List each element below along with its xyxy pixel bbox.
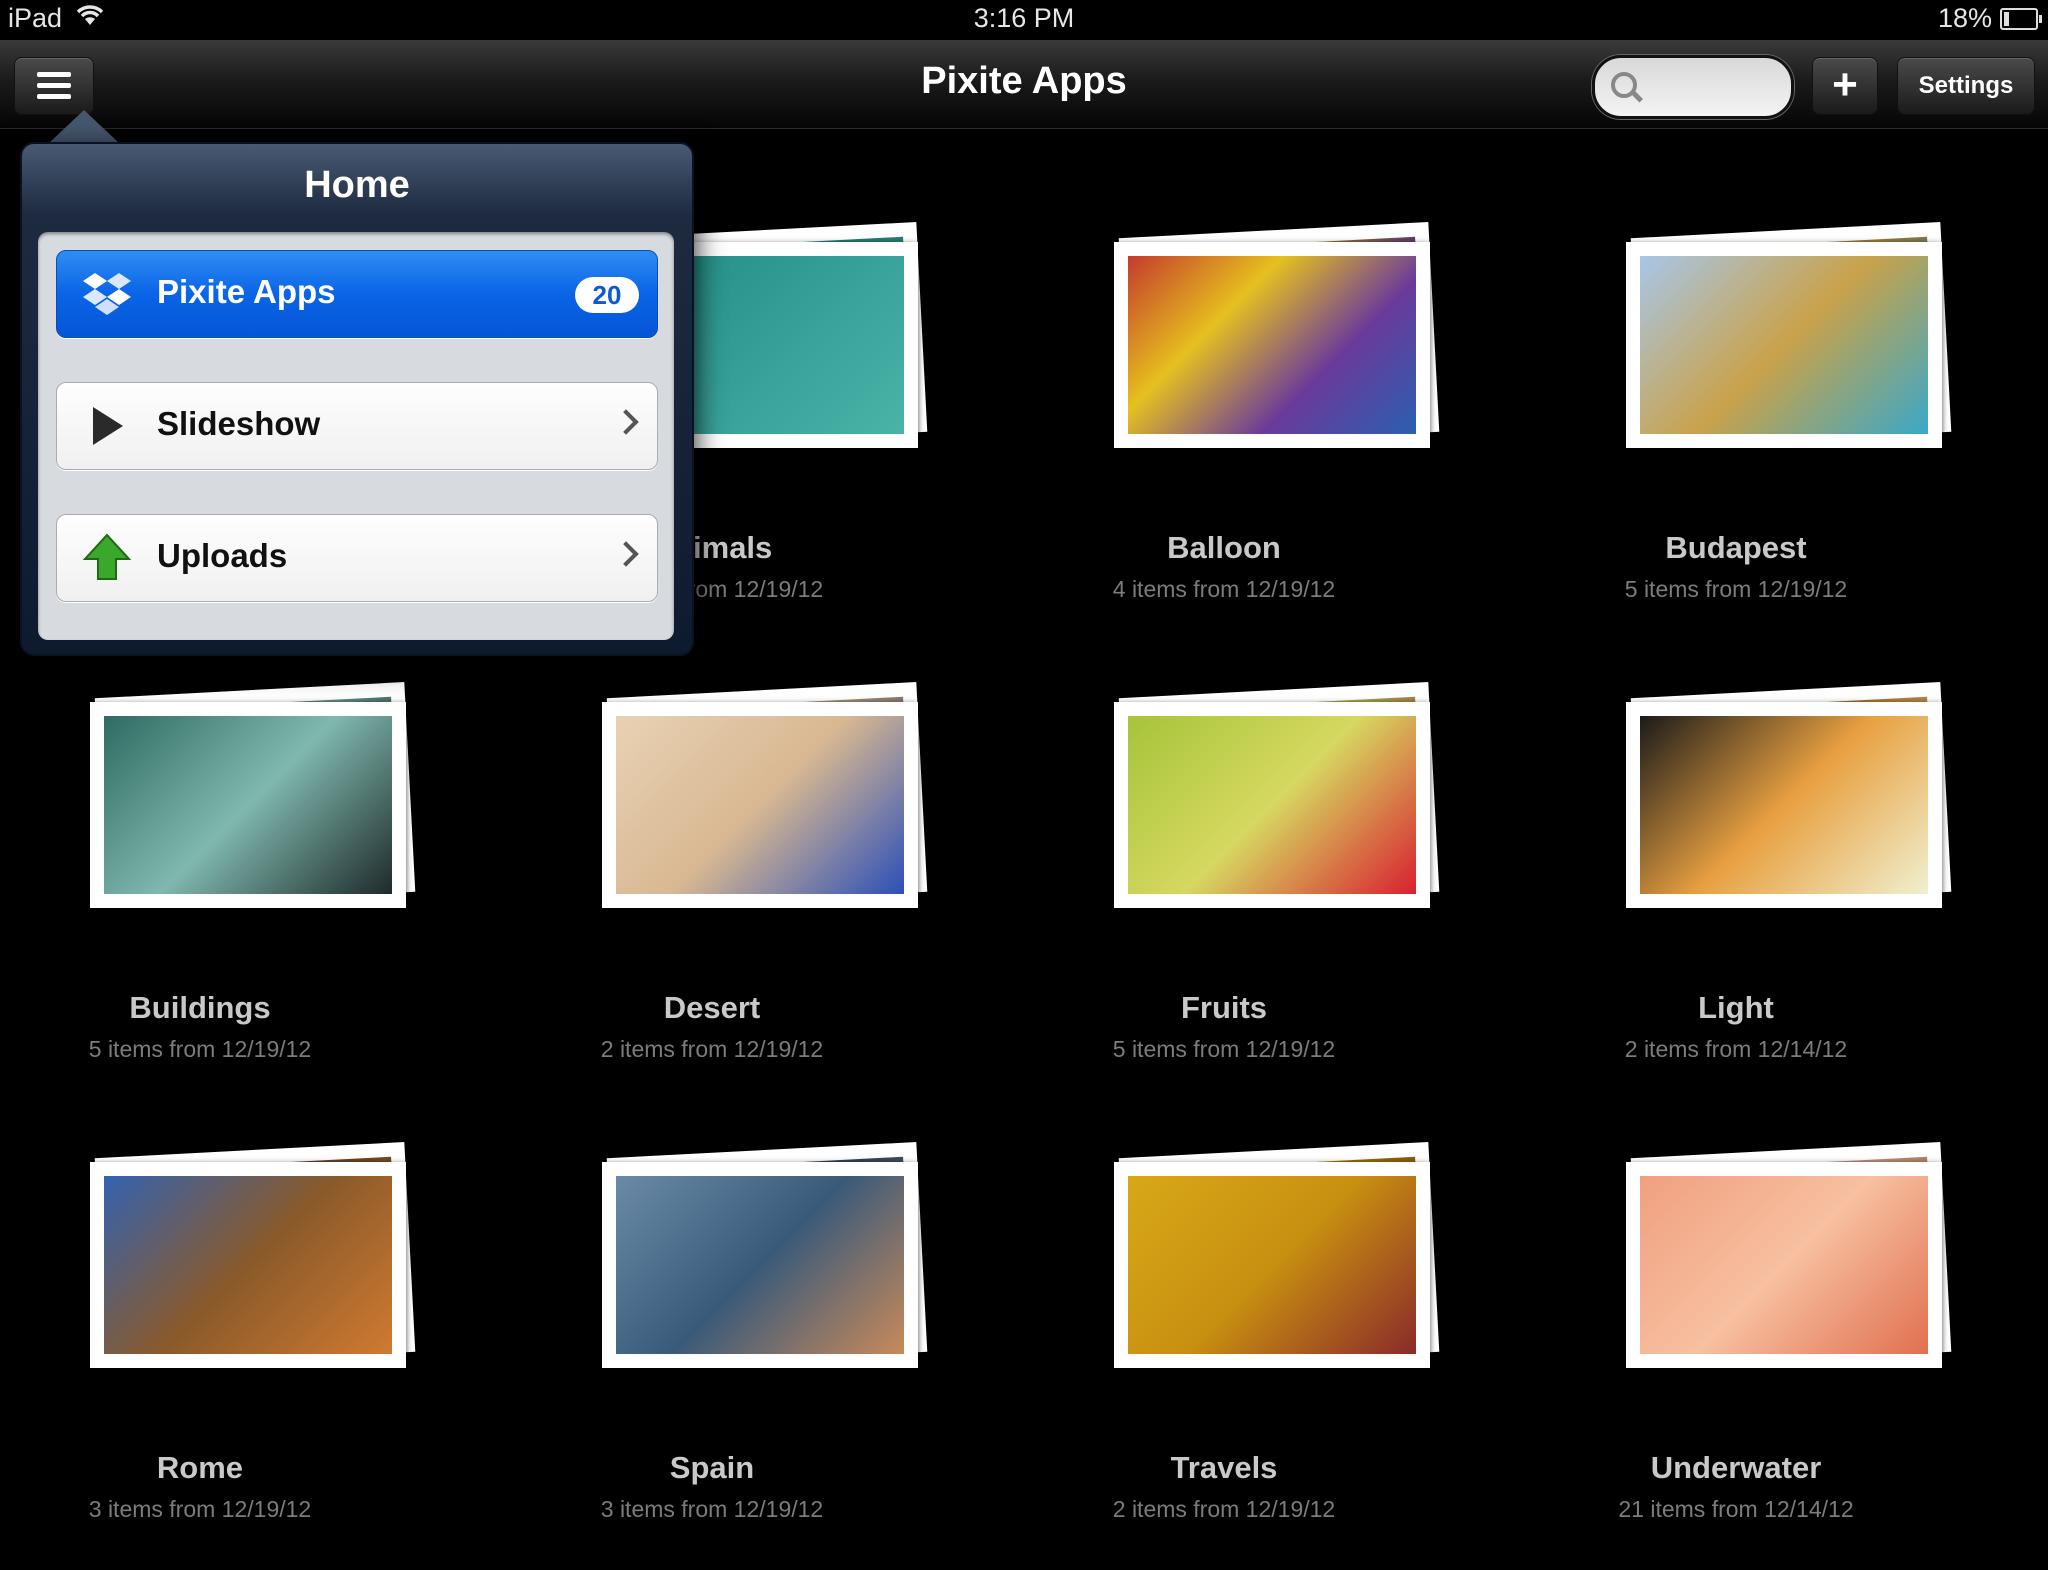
album-title: Underwater <box>1650 1450 1822 1485</box>
menu-item-slideshow[interactable]: Slideshow <box>56 382 658 470</box>
album-title: Budapest <box>1665 530 1807 565</box>
album-photo-stack <box>1104 682 1440 960</box>
album-spain[interactable]: Spain 3 items from 12/19/12 <box>512 1142 932 1570</box>
status-right: 18% <box>1937 3 2042 34</box>
album-photo-stack <box>1616 682 1952 960</box>
play-icon <box>81 401 133 451</box>
album-subtitle: 2 items from 12/14/12 <box>1624 1036 1848 1062</box>
album-buildings[interactable]: Buildings 5 items from 12/19/12 <box>0 682 420 1110</box>
album-subtitle: 3 items from 12/19/12 <box>88 1496 312 1522</box>
album-light[interactable]: Light 2 items from 12/14/12 <box>1536 682 1956 1110</box>
count-badge: 20 <box>575 277 639 313</box>
popover-arrow <box>48 110 120 144</box>
album-cover-photo <box>602 1162 918 1368</box>
album-photo-stack <box>1104 222 1440 500</box>
menu-item-label: Pixite Apps <box>157 273 336 310</box>
album-title: Fruits <box>1180 990 1268 1025</box>
album-subtitle: 2 items from 12/19/12 <box>600 1036 824 1062</box>
album-subtitle: 3 items from 12/19/12 <box>600 1496 824 1522</box>
album-fruits[interactable]: Fruits 5 items from 12/19/12 <box>1024 682 1444 1110</box>
battery-percent: 18% <box>1937 3 1992 33</box>
album-cover-photo <box>1114 1162 1430 1368</box>
album-photo-stack <box>1616 1142 1952 1420</box>
album-travels[interactable]: Travels 2 items from 12/19/12 <box>1024 1142 1444 1570</box>
chevron-right-icon <box>613 541 639 567</box>
album-photo-stack <box>1616 222 1952 500</box>
popover-title: Home <box>304 164 410 206</box>
menu-item-label: Uploads <box>157 537 288 574</box>
album-subtitle: 2 items from 12/19/12 <box>1112 1496 1336 1522</box>
search-field[interactable] <box>1592 55 1794 119</box>
search-input[interactable] <box>1649 68 1783 104</box>
album-desert[interactable]: Desert 2 items from 12/19/12 <box>512 682 932 1110</box>
menu-item-uploads[interactable]: Uploads <box>56 514 658 602</box>
album-subtitle: 4 items from 12/19/12 <box>1112 576 1336 602</box>
home-popover: Home Pixite Apps 20 Slideshow Uploads <box>20 142 694 656</box>
album-subtitle: 21 items from 12/14/12 <box>1618 1496 1854 1522</box>
battery-icon <box>2000 7 2042 30</box>
chevron-right-icon <box>613 409 639 435</box>
album-title: Travels <box>1170 1450 1278 1485</box>
album-photo-stack <box>592 682 928 960</box>
album-photo-stack <box>80 1142 416 1420</box>
album-cover-photo <box>1114 242 1430 448</box>
album-budapest[interactable]: Budapest 5 items from 12/19/12 <box>1536 222 1956 650</box>
album-title: Balloon <box>1167 530 1281 565</box>
status-bar: iPad 3:16 PM 18% <box>0 0 2048 40</box>
add-button[interactable]: + <box>1812 57 1878 115</box>
popover-list: Pixite Apps 20 Slideshow Uploads <box>38 232 674 640</box>
album-cover-photo <box>90 1162 406 1368</box>
album-title: Rome <box>156 1450 244 1485</box>
album-photo-stack <box>80 682 416 960</box>
album-subtitle: 5 items from 12/19/12 <box>1624 576 1848 602</box>
album-cover-photo <box>1626 242 1942 448</box>
album-title: Buildings <box>129 990 271 1025</box>
settings-button[interactable]: Settings <box>1897 57 2035 115</box>
album-cover-photo <box>1626 1162 1942 1368</box>
album-underwater[interactable]: Underwater 21 items from 12/14/12 <box>1536 1142 1956 1570</box>
album-photo-stack <box>592 1142 928 1420</box>
album-balloon[interactable]: Balloon 4 items from 12/19/12 <box>1024 222 1444 650</box>
status-time: 3:16 PM <box>973 3 1075 33</box>
nav-bar: Pixite Apps + Settings <box>0 40 2048 129</box>
album-rome[interactable]: Rome 3 items from 12/19/12 <box>0 1142 420 1570</box>
album-cover-photo <box>1626 702 1942 908</box>
album-title: Desert <box>663 990 761 1025</box>
album-cover-photo <box>1114 702 1430 908</box>
menu-item-pixite-apps[interactable]: Pixite Apps 20 <box>56 250 658 338</box>
album-subtitle: 5 items from 12/19/12 <box>1112 1036 1336 1062</box>
album-photo-stack <box>1104 1142 1440 1420</box>
menu-item-label: Slideshow <box>157 405 321 442</box>
search-icon <box>1611 72 1637 98</box>
upload-arrow-icon <box>81 533 133 583</box>
album-cover-photo <box>602 702 918 908</box>
album-cover-photo <box>90 702 406 908</box>
album-subtitle: 5 items from 12/19/12 <box>88 1036 312 1062</box>
album-title: Light <box>1698 990 1774 1025</box>
dropbox-icon <box>81 269 133 319</box>
album-title: Spain <box>669 1450 755 1485</box>
